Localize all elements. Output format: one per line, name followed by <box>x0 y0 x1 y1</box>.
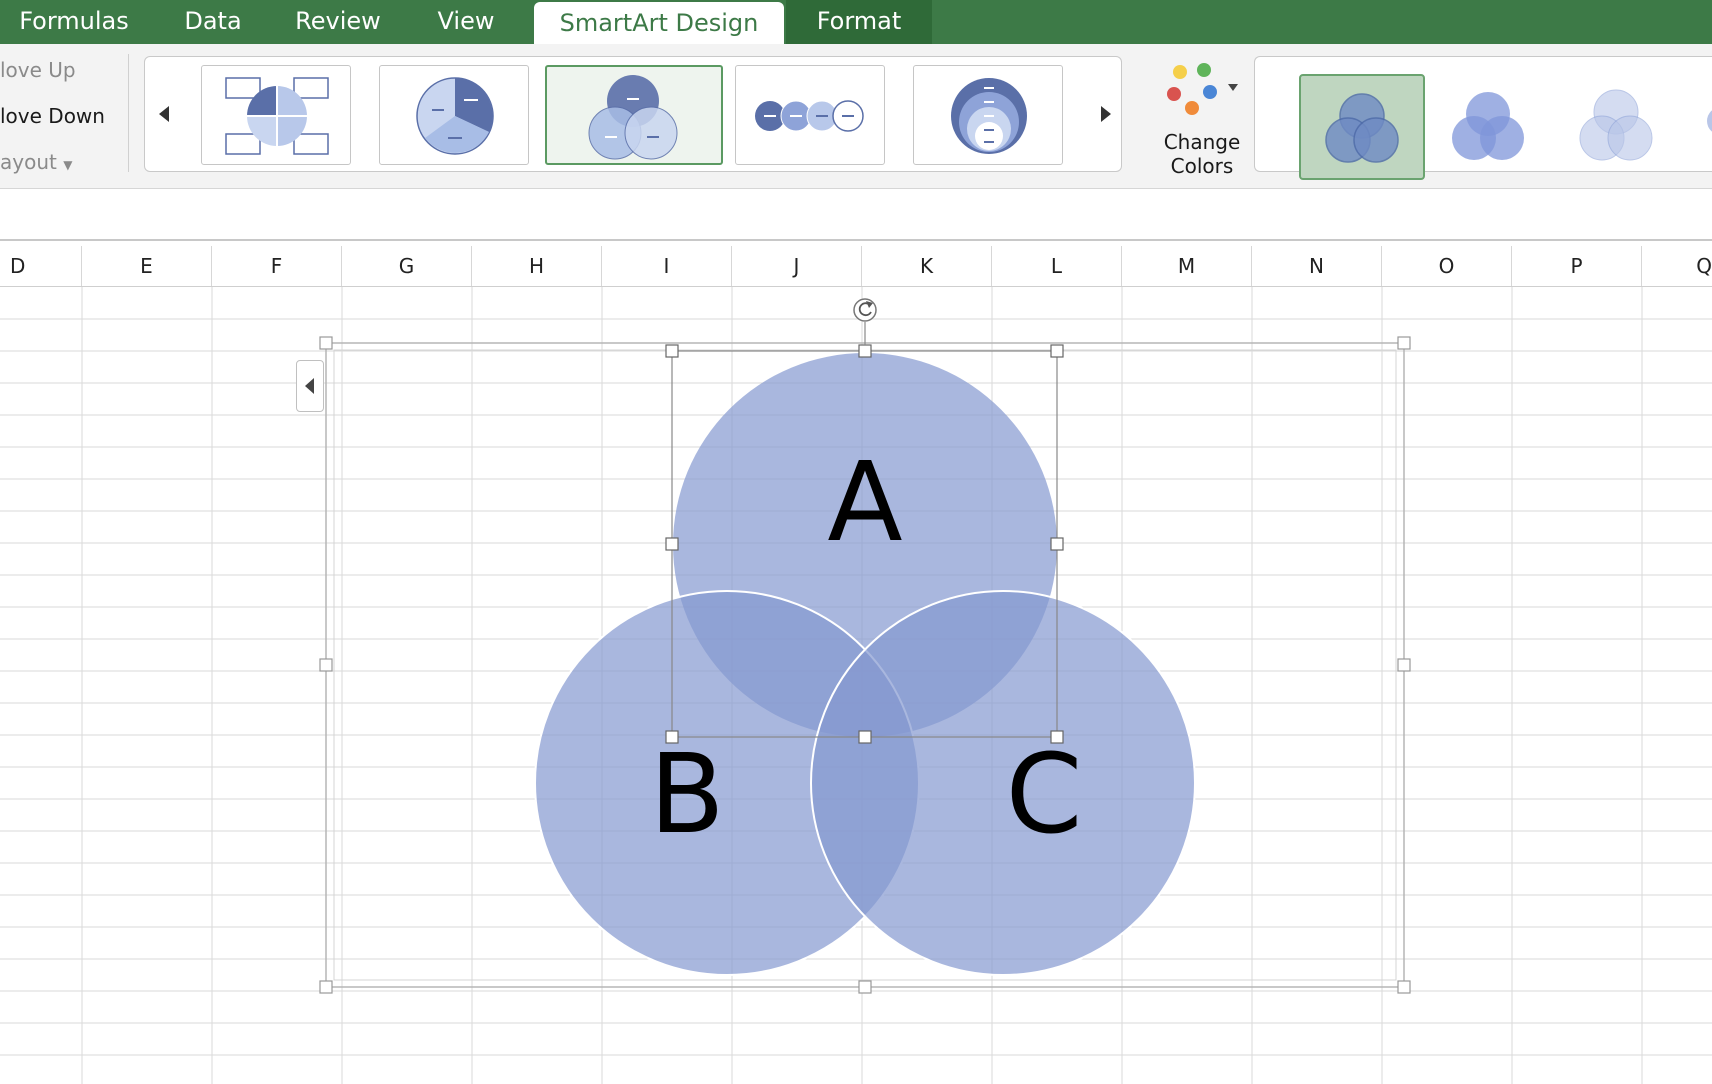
tab-review[interactable]: Review <box>280 0 396 44</box>
col-header-m[interactable]: M <box>1122 246 1252 286</box>
tab-data[interactable]: Data <box>160 0 266 44</box>
chevron-down-icon: ▼ <box>63 158 73 172</box>
formula-bar[interactable] <box>0 189 1712 241</box>
layout-thumb-pie[interactable] <box>379 65 529 165</box>
column-headers: D E F G H I J K L M N O P Q <box>0 246 1712 287</box>
col-header-k[interactable]: K <box>862 246 992 286</box>
gallery-right-arrow-icon[interactable] <box>1095 99 1115 129</box>
col-header-h[interactable]: H <box>472 246 602 286</box>
text-pane-toggle-button[interactable] <box>296 360 324 412</box>
col-header-n[interactable]: N <box>1252 246 1382 286</box>
tab-smartart-design[interactable]: SmartArt Design <box>534 2 784 44</box>
col-header-d[interactable]: D <box>0 246 82 286</box>
layout-thumb-linear-venn[interactable] <box>735 65 885 165</box>
rotate-icon[interactable] <box>853 298 877 322</box>
move-down-button[interactable]: love Down <box>0 104 105 128</box>
change-colors-label: Change Colors <box>1163 130 1241 178</box>
chevron-left-icon <box>305 378 314 394</box>
layout-thumb-stacked-venn[interactable] <box>913 65 1063 165</box>
ribbon: love Up love Down ayout ▼ Change Colors <box>0 44 1712 189</box>
layout-label: ayout <box>0 150 57 174</box>
layout-dropdown[interactable]: ayout ▼ <box>0 150 72 174</box>
ribbon-tab-bar: Formulas Data Review View SmartArt Desig… <box>0 0 1712 44</box>
move-up-button[interactable]: love Up <box>0 58 76 82</box>
layout-thumb-basic-venn[interactable] <box>545 65 723 165</box>
tab-view[interactable]: View <box>418 0 514 44</box>
ribbon-divider <box>128 54 129 172</box>
col-header-p[interactable]: P <box>1512 246 1642 286</box>
layout-thumb-matrix[interactable] <box>201 65 351 165</box>
layouts-gallery <box>144 56 1122 172</box>
styles-gallery <box>1254 56 1712 180</box>
col-header-j[interactable]: J <box>732 246 862 286</box>
style-thumb-next-partial[interactable] <box>1707 107 1712 135</box>
change-colors-button[interactable]: Change Colors <box>1148 58 1256 182</box>
col-header-q[interactable]: Q <box>1642 246 1712 286</box>
style-thumb-light[interactable] <box>1555 74 1681 180</box>
col-header-e[interactable]: E <box>82 246 212 286</box>
color-palette-icon <box>1167 63 1238 115</box>
col-header-l[interactable]: L <box>992 246 1122 286</box>
col-header-o[interactable]: O <box>1382 246 1512 286</box>
style-thumb-subtle[interactable] <box>1427 74 1553 180</box>
style-thumb-simple[interactable] <box>1299 74 1425 180</box>
col-header-g[interactable]: G <box>342 246 472 286</box>
cell-grid[interactable] <box>0 287 1712 1084</box>
tab-formulas[interactable]: Formulas <box>0 0 148 44</box>
gallery-left-arrow-icon[interactable] <box>155 99 175 129</box>
tab-format[interactable]: Format <box>786 0 932 44</box>
col-header-i[interactable]: I <box>602 246 732 286</box>
col-header-f[interactable]: F <box>212 246 342 286</box>
